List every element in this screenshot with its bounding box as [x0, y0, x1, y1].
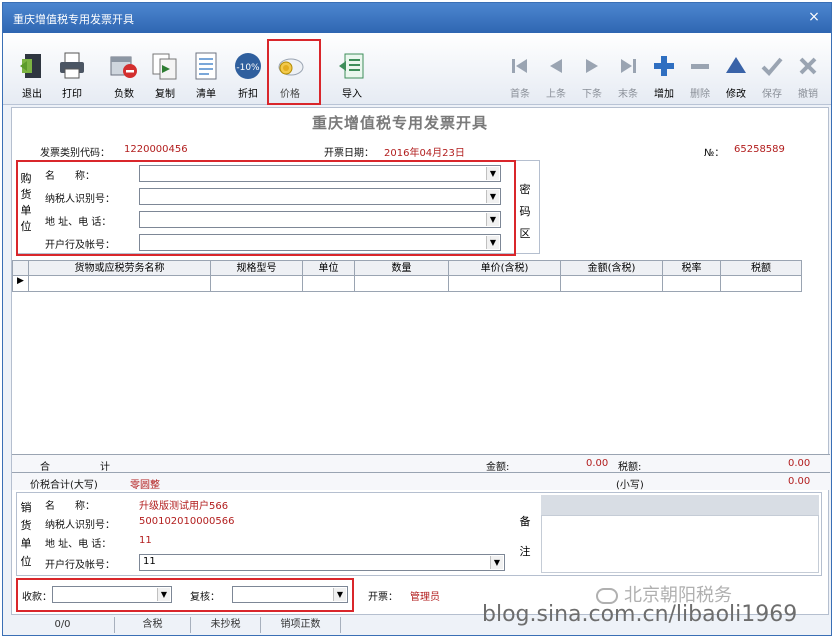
undo-icon [799, 57, 817, 75]
invoice-form: 重庆增值税专用发票开具 发票类别代码： 1220000456 开票日期： 201… [11, 107, 830, 615]
status-tax-mode: 含税 [115, 617, 191, 633]
negative-button[interactable]: 负数 [105, 51, 143, 103]
seller-name: 升级版测试用户566 [139, 501, 229, 512]
exit-button[interactable]: 退出 [13, 51, 51, 103]
next-icon [586, 59, 598, 73]
item-table-header: 货物或应税劳务名称 规格型号 单位 数量 单价(含税) 金额(含税) 税率 税额 [12, 260, 802, 277]
save-button[interactable]: 保存 [755, 51, 789, 103]
copy-icon [152, 53, 177, 80]
totals-row: 合 计 金额: 0.00 税额: 0.00 [12, 454, 830, 473]
tax-value: 0.00 [788, 458, 811, 469]
close-icon[interactable]: × [803, 7, 825, 27]
printer-icon [60, 52, 84, 79]
status-copy: 未抄税 [191, 617, 261, 633]
last-icon [621, 59, 636, 73]
save-icon [761, 57, 783, 76]
date-label: 开票日期： [324, 148, 374, 159]
toolbar: 退出 打印 负数 复制 清单 -10% 折扣 价格 导入 首条 上条 下条 末条… [3, 33, 831, 105]
window-title: 重庆增值税专用发票开具 [13, 13, 134, 26]
delete-icon [691, 64, 709, 69]
payee-highlight [16, 578, 354, 612]
invoice-window: 重庆增值税专用发票开具 × 退出 打印 负数 复制 清单 -10% 折扣 价格 … [2, 2, 832, 636]
import-button[interactable]: 导入 [333, 51, 371, 103]
cipher-label: 密 码 区 [519, 183, 531, 240]
edit-button[interactable]: 修改 [719, 51, 753, 103]
exit-icon [20, 54, 41, 78]
negative-icon [110, 56, 137, 78]
drawer-value: 管理员 [410, 592, 440, 603]
seller-side-label: 销 货 单 位 [20, 501, 32, 568]
col-amount: 金额(含税) [561, 261, 663, 277]
undo-button[interactable]: 撤销 [791, 51, 825, 103]
col-goods-name: 货物或应税劳务名称 [29, 261, 211, 277]
seller-taxid: 500102010000566 [139, 516, 235, 527]
seller-section: 销 货 单 位 名 称： 升级版测试用户566 纳税人识别号： 50010201… [16, 492, 822, 576]
next-record-button[interactable]: 下条 [575, 51, 609, 103]
first-record-button[interactable]: 首条 [503, 51, 537, 103]
no-value: 65258589 [734, 144, 785, 155]
sum-row: 价税合计(大写) 零圆整 (小写) 0.00 [12, 472, 830, 491]
date-value: 2016年04月23日 [384, 148, 465, 159]
svg-text:-10%: -10% [236, 63, 260, 73]
chevron-down-icon[interactable]: ▼ [490, 556, 503, 569]
discount-icon: -10% [235, 53, 261, 79]
list-icon [195, 52, 217, 80]
first-icon [512, 59, 527, 73]
prev-record-button[interactable]: 上条 [539, 51, 573, 103]
watermark-blog: blog.sina.com.cn/libaoli1969 [482, 602, 798, 627]
prev-icon [550, 59, 562, 73]
status-count: 0/0 [11, 617, 115, 633]
remark-field[interactable] [541, 515, 819, 573]
import-icon [339, 53, 364, 79]
amount-value: 0.00 [586, 458, 609, 469]
col-unit: 单位 [303, 261, 355, 277]
no-label: №： [704, 148, 725, 159]
add-icon [654, 56, 674, 76]
col-spec: 规格型号 [211, 261, 303, 277]
price-highlight [267, 39, 321, 105]
sum-upper: 零圆整 [130, 480, 160, 491]
last-record-button[interactable]: 末条 [611, 51, 645, 103]
drawer-label: 开票： [368, 592, 398, 603]
table-row[interactable]: ▶ [12, 276, 802, 292]
tax-label: 税额: [618, 462, 642, 473]
title-bar: 重庆增值税专用发票开具 × [3, 3, 831, 33]
invoice-code-label: 发票类别代码： [40, 148, 110, 159]
sum-small: 0.00 [788, 476, 811, 487]
print-button[interactable]: 打印 [53, 51, 91, 103]
remark-label: 备 注 [519, 515, 531, 558]
invoice-code-value: 1220000456 [124, 144, 188, 155]
copy-button[interactable]: 复制 [146, 51, 184, 103]
amount-label: 金额: [486, 462, 510, 473]
col-qty: 数量 [355, 261, 449, 277]
edit-icon [726, 57, 746, 73]
delete-button[interactable]: 删除 [683, 51, 717, 103]
discount-button[interactable]: -10% 折扣 [229, 51, 267, 103]
form-heading: 重庆增值税专用发票开具 [312, 114, 489, 132]
seller-address: 11 [139, 535, 152, 546]
col-tax: 税额 [751, 263, 771, 274]
status-type: 销项正数 [261, 617, 341, 633]
col-unit-price: 单价(含税) [449, 261, 561, 277]
col-tax-rate: 税率 [663, 261, 721, 277]
add-button[interactable]: 增加 [647, 51, 681, 103]
list-button[interactable]: 清单 [187, 51, 225, 103]
row-marker: ▶ [13, 276, 29, 291]
buyer-highlight [16, 160, 516, 256]
seller-bank-combo[interactable]: 11 ▼ [139, 554, 505, 571]
